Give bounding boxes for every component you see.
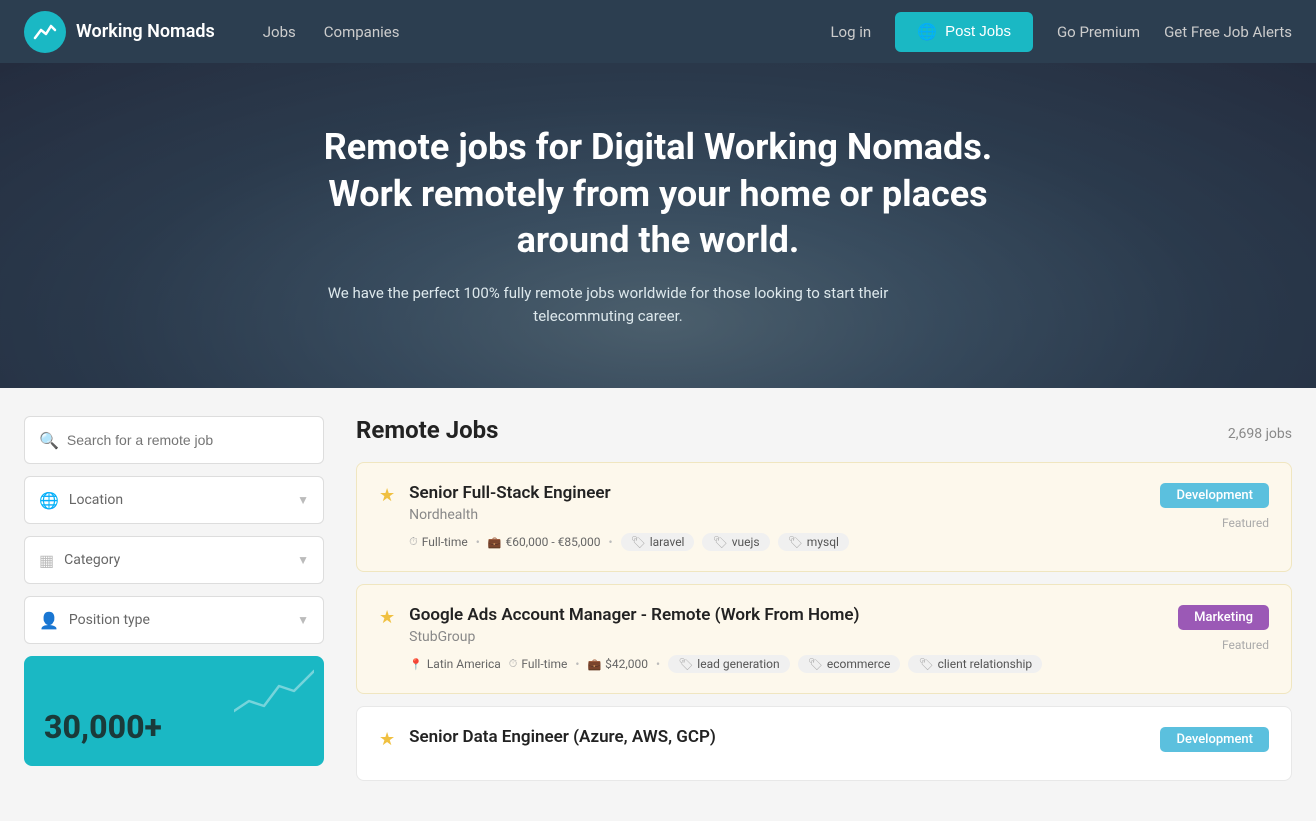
hero-subtitle: We have the perfect 100% fully remote jo… bbox=[308, 282, 908, 327]
jobs-section-title: Remote Jobs bbox=[356, 416, 499, 444]
globe-icon: 🌐 bbox=[917, 22, 937, 42]
star-icon: ★ bbox=[379, 729, 395, 750]
location-filter-label: Location bbox=[69, 492, 297, 508]
salary-icon: 💼 bbox=[587, 658, 601, 671]
location-icon: 🌐 bbox=[39, 491, 59, 510]
star-icon: ★ bbox=[379, 607, 395, 628]
job-company: StubGroup bbox=[409, 629, 1164, 645]
job-location-tag: 📍 Latin America bbox=[409, 657, 501, 671]
post-jobs-button[interactable]: 🌐 Post Jobs bbox=[895, 12, 1033, 52]
promo-number: 30,000+ bbox=[44, 708, 162, 746]
tag-client-relationship: 🏷 client relationship bbox=[908, 655, 1042, 673]
job-type-tag: ⏱ Full-time bbox=[509, 657, 568, 671]
category-chevron-icon: ▼ bbox=[297, 553, 309, 567]
tag-icon: 🏷 bbox=[712, 535, 727, 549]
featured-label: Featured bbox=[1222, 638, 1269, 652]
jobs-count: 2,698 jobs bbox=[1228, 426, 1292, 442]
job-salary-tag: 💼 €60,000 - €85,000 bbox=[488, 535, 601, 549]
job-title: Google Ads Account Manager - Remote (Wor… bbox=[409, 605, 1164, 625]
location-chevron-icon: ▼ bbox=[297, 493, 309, 507]
search-box[interactable]: 🔍 bbox=[24, 416, 324, 464]
brand-link[interactable]: Working Nomads bbox=[24, 11, 215, 53]
location-filter[interactable]: 🌐 Location ▼ bbox=[24, 476, 324, 524]
nav-jobs[interactable]: Jobs bbox=[263, 23, 296, 41]
table-row[interactable]: ★ Senior Full-Stack Engineer Nordhealth … bbox=[356, 462, 1292, 572]
tag-mysql: 🏷 mysql bbox=[778, 533, 849, 551]
tag-vuejs: 🏷 vuejs bbox=[702, 533, 769, 551]
tag-laravel: 🏷 laravel bbox=[621, 533, 695, 551]
job-title: Senior Data Engineer (Azure, AWS, GCP) bbox=[409, 727, 1146, 747]
job-meta-right: Development bbox=[1160, 727, 1269, 760]
time-icon: ⏱ bbox=[409, 535, 418, 549]
job-info: Senior Data Engineer (Azure, AWS, GCP) bbox=[409, 727, 1146, 757]
position-type-filter[interactable]: 👤 Position type ▼ bbox=[24, 596, 324, 644]
category-filter-label: Category bbox=[64, 552, 297, 568]
job-info: Google Ads Account Manager - Remote (Wor… bbox=[409, 605, 1164, 673]
tag-ecommerce: 🏷 ecommerce bbox=[798, 655, 901, 673]
tag-icon: 🏷 bbox=[918, 657, 933, 671]
job-tags: 📍 Latin America ⏱ Full-time • 💼 $42,000 … bbox=[409, 655, 1164, 673]
table-row[interactable]: ★ Senior Data Engineer (Azure, AWS, GCP)… bbox=[356, 706, 1292, 781]
job-tags: ⏱ Full-time • 💼 €60,000 - €85,000 • 🏷 la… bbox=[409, 533, 1146, 551]
search-input[interactable] bbox=[67, 432, 309, 448]
job-meta-right: Development Featured bbox=[1160, 483, 1269, 530]
nav-links: Jobs Companies bbox=[263, 23, 400, 41]
tag-icon: 🏷 bbox=[678, 657, 693, 671]
nav-login[interactable]: Log in bbox=[830, 23, 871, 41]
job-category-badge: Development bbox=[1160, 727, 1269, 752]
table-row[interactable]: ★ Google Ads Account Manager - Remote (W… bbox=[356, 584, 1292, 694]
position-type-filter-label: Position type bbox=[69, 612, 297, 628]
time-icon: ⏱ bbox=[509, 657, 518, 671]
hero-content: Remote jobs for Digital Working Nomads. … bbox=[308, 124, 1008, 327]
job-title: Senior Full-Stack Engineer bbox=[409, 483, 1146, 503]
job-info: Senior Full-Stack Engineer Nordhealth ⏱ … bbox=[409, 483, 1146, 551]
main-layout: 🔍 🌐 Location ▼ ▦ Category ▼ 👤 Position t… bbox=[0, 388, 1316, 821]
job-category-badge: Development bbox=[1160, 483, 1269, 508]
tag-icon: 🏷 bbox=[631, 535, 646, 549]
nav-companies[interactable]: Companies bbox=[324, 23, 400, 41]
post-jobs-label: Post Jobs bbox=[945, 23, 1011, 40]
job-meta-right: Marketing Featured bbox=[1178, 605, 1269, 652]
tag-lead-generation: 🏷 lead generation bbox=[668, 655, 790, 673]
brand-name: Working Nomads bbox=[76, 21, 215, 42]
promo-chart bbox=[234, 666, 314, 720]
navbar: Working Nomads Jobs Companies Log in 🌐 P… bbox=[0, 0, 1316, 63]
sidebar-promo: 30,000+ bbox=[24, 656, 324, 766]
position-type-chevron-icon: ▼ bbox=[297, 613, 309, 627]
search-icon: 🔍 bbox=[39, 431, 59, 450]
salary-icon: 💼 bbox=[488, 536, 502, 549]
jobs-section: Remote Jobs 2,698 jobs ★ Senior Full-Sta… bbox=[356, 416, 1292, 793]
job-category-badge: Marketing bbox=[1178, 605, 1269, 630]
nav-premium[interactable]: Go Premium bbox=[1057, 23, 1140, 41]
featured-label: Featured bbox=[1222, 516, 1269, 530]
category-filter[interactable]: ▦ Category ▼ bbox=[24, 536, 324, 584]
star-icon: ★ bbox=[379, 485, 395, 506]
nav-right: Log in 🌐 Post Jobs Go Premium Get Free J… bbox=[830, 12, 1292, 52]
position-type-icon: 👤 bbox=[39, 611, 59, 630]
hero-section: Remote jobs for Digital Working Nomads. … bbox=[0, 63, 1316, 388]
tag-icon: 🏷 bbox=[788, 535, 803, 549]
hero-title: Remote jobs for Digital Working Nomads. … bbox=[308, 124, 1008, 264]
tag-icon: 🏷 bbox=[808, 657, 823, 671]
jobs-header: Remote Jobs 2,698 jobs bbox=[356, 416, 1292, 444]
category-icon: ▦ bbox=[39, 551, 54, 570]
job-salary-tag: 💼 $42,000 bbox=[587, 657, 648, 671]
nav-job-alerts[interactable]: Get Free Job Alerts bbox=[1164, 23, 1292, 41]
location-pin-icon: 📍 bbox=[409, 658, 423, 671]
logo-icon bbox=[24, 11, 66, 53]
sidebar: 🔍 🌐 Location ▼ ▦ Category ▼ 👤 Position t… bbox=[24, 416, 324, 793]
job-company: Nordhealth bbox=[409, 507, 1146, 523]
job-type-tag: ⏱ Full-time bbox=[409, 535, 468, 549]
